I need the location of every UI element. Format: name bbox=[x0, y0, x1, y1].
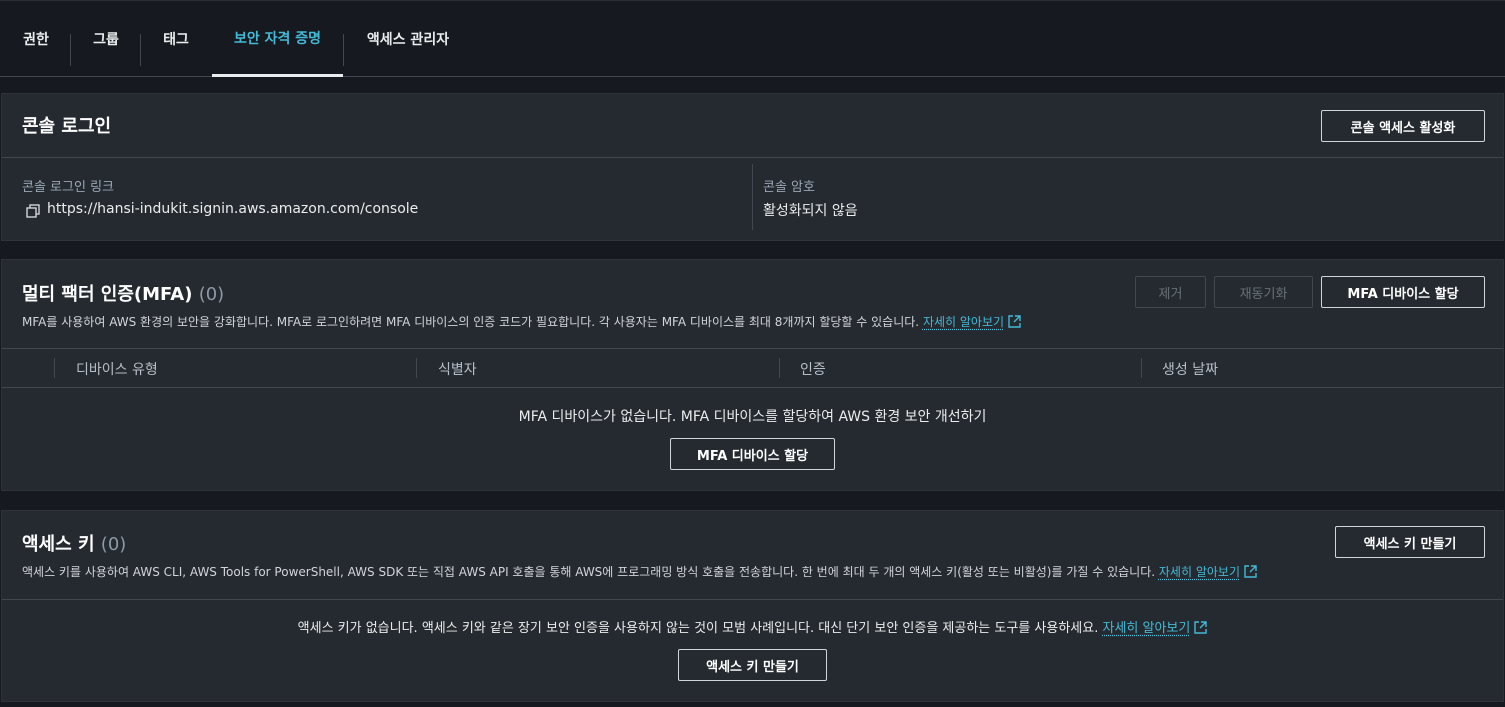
access-keys-description: 액세스 키를 사용하여 AWS CLI, AWS Tools for Power… bbox=[22, 563, 1257, 580]
create-access-key-empty-button[interactable]: 액세스 키 만들기 bbox=[678, 649, 827, 681]
panel-divider bbox=[2, 157, 1503, 158]
table-top-divider bbox=[2, 348, 1503, 349]
mfa-learn-more-link[interactable]: 자세히 알아보기 bbox=[923, 315, 1004, 329]
column-header-device-type[interactable]: 디바이스 유형 bbox=[76, 359, 158, 379]
tab-bar: 권한 그룹 태그 보안 자격 증명 액세스 관리자 bbox=[0, 0, 1505, 77]
tab-groups[interactable]: 그룹 bbox=[80, 1, 132, 77]
column-header-authentication[interactable]: 인증 bbox=[800, 359, 826, 379]
resync-mfa-button[interactable]: 재동기화 bbox=[1214, 276, 1313, 308]
column-separator bbox=[416, 358, 417, 378]
external-link-icon bbox=[1194, 621, 1208, 634]
tab-permissions[interactable]: 권한 bbox=[10, 1, 62, 77]
assign-mfa-empty-button[interactable]: MFA 디바이스 할당 bbox=[670, 438, 835, 470]
external-link-icon bbox=[1244, 565, 1257, 578]
tab-tags[interactable]: 태그 bbox=[150, 1, 202, 77]
access-keys-count: (0) bbox=[100, 534, 127, 555]
tab-security-credentials[interactable]: 보안 자격 증명 bbox=[212, 1, 343, 77]
console-login-title: 콘솔 로그인 bbox=[22, 116, 112, 137]
copy-icon[interactable] bbox=[26, 203, 40, 218]
access-keys-empty-learn-more-link[interactable]: 자세히 알아보기 bbox=[1102, 621, 1190, 636]
access-keys-title: 액세스 키 (0) bbox=[22, 530, 126, 556]
panel-divider bbox=[2, 599, 1503, 600]
column-separator bbox=[779, 358, 780, 378]
mfa-count: (0) bbox=[198, 284, 225, 305]
column-divider bbox=[752, 164, 753, 230]
access-keys-panel: 액세스 키 (0) 액세스 키 만들기 액세스 키를 사용하여 AWS CLI,… bbox=[1, 510, 1504, 702]
tab-divider bbox=[343, 34, 344, 66]
column-header-identifier[interactable]: 식별자 bbox=[438, 359, 477, 379]
access-keys-description-text: 액세스 키를 사용하여 AWS CLI, AWS Tools for Power… bbox=[22, 565, 1156, 579]
access-keys-empty-text: 액세스 키가 없습니다. 액세스 키와 같은 장기 보안 인증을 사용하지 않는… bbox=[297, 621, 1099, 636]
mfa-description: MFA를 사용하여 AWS 환경의 보안을 강화합니다. MFA로 로그인하려면… bbox=[22, 313, 1021, 330]
column-separator bbox=[54, 358, 55, 378]
console-password-value: 활성화되지 않음 bbox=[763, 203, 858, 219]
column-separator bbox=[1141, 358, 1142, 378]
console-password-label: 콘솔 암호 bbox=[763, 180, 815, 195]
tab-divider bbox=[70, 34, 71, 66]
mfa-empty-message: MFA 디바이스가 없습니다. MFA 디바이스를 할당하여 AWS 환경 보안… bbox=[518, 409, 987, 425]
mfa-panel: 멀티 팩터 인증(MFA) (0) 제거 재동기화 MFA 디바이스 할당 MF… bbox=[1, 259, 1504, 491]
mfa-description-text: MFA를 사용하여 AWS 환경의 보안을 강화합니다. MFA로 로그인하려면… bbox=[22, 315, 920, 329]
remove-mfa-button[interactable]: 제거 bbox=[1135, 276, 1206, 308]
external-link-icon bbox=[1008, 315, 1021, 328]
tab-divider bbox=[140, 34, 141, 66]
access-keys-empty-message: 액세스 키가 없습니다. 액세스 키와 같은 장기 보안 인증을 사용하지 않는… bbox=[2, 617, 1503, 636]
access-keys-learn-more-link[interactable]: 자세히 알아보기 bbox=[1159, 565, 1240, 579]
console-login-link-value[interactable]: https://hansi-indukit.signin.aws.amazon.… bbox=[47, 201, 418, 217]
table-header-divider bbox=[2, 387, 1503, 388]
console-login-panel: 콘솔 로그인 콘솔 액세스 활성화 콘솔 로그인 링크 https://hans… bbox=[1, 93, 1504, 241]
mfa-title: 멀티 팩터 인증(MFA) (0) bbox=[22, 280, 224, 306]
mfa-title-text: 멀티 팩터 인증(MFA) bbox=[22, 284, 193, 305]
assign-mfa-button[interactable]: MFA 디바이스 할당 bbox=[1321, 276, 1485, 308]
enable-console-access-button[interactable]: 콘솔 액세스 활성화 bbox=[1321, 110, 1485, 142]
tab-access-advisor[interactable]: 액세스 관리자 bbox=[352, 1, 464, 77]
console-login-link-label: 콘솔 로그인 링크 bbox=[22, 180, 114, 195]
column-header-created-date[interactable]: 생성 날짜 bbox=[1162, 359, 1218, 379]
access-keys-title-text: 액세스 키 bbox=[22, 534, 95, 555]
create-access-key-button[interactable]: 액세스 키 만들기 bbox=[1335, 526, 1485, 558]
